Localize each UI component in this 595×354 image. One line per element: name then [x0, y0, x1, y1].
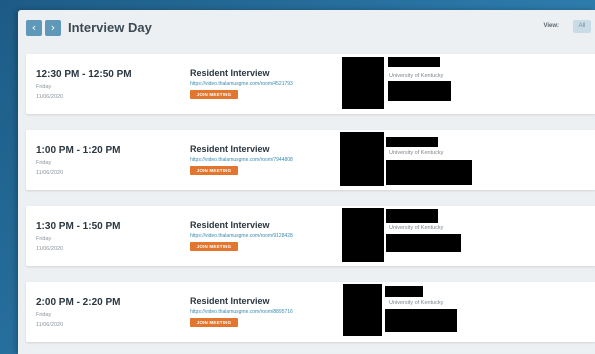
next-day-button[interactable]: › — [45, 20, 61, 36]
appointment-time: 1:30 PM - 1:50 PM — [36, 221, 121, 232]
redacted-name — [386, 209, 438, 223]
redacted-photo — [343, 284, 382, 336]
meeting-link[interactable]: https://video.thalamusgme.com/room/45217… — [190, 81, 293, 87]
appointment-card: 2:00 PM - 2:20 PM Friday 11/06/2020 Resi… — [26, 282, 595, 342]
appointment-card: 1:00 PM - 1:20 PM Friday 11/06/2020 Resi… — [26, 130, 595, 190]
event-title: Resident Interview — [190, 68, 270, 78]
event-title: Resident Interview — [190, 220, 270, 230]
event-title: Resident Interview — [190, 144, 270, 154]
join-meeting-button[interactable]: JOIN MEETING — [190, 90, 238, 99]
appointment-card: 1:30 PM - 1:50 PM Friday 11/06/2020 Resi… — [26, 206, 595, 266]
calendar-panel: ‹ › Interview Day View: All 12:30 PM - 1… — [18, 10, 595, 354]
chevron-left-icon: ‹ — [31, 21, 37, 34]
join-meeting-button[interactable]: JOIN MEETING — [190, 318, 238, 327]
redacted-photo — [342, 208, 384, 262]
organization-name: University of Kentucky — [389, 300, 444, 306]
view-all-button[interactable]: All — [573, 20, 591, 33]
appointment-time: 1:00 PM - 1:20 PM — [36, 145, 121, 156]
appointment-card: 12:30 PM - 12:50 PM Friday 11/06/2020 Re… — [26, 54, 595, 114]
redacted-name — [388, 57, 440, 67]
redacted-name — [385, 286, 423, 297]
view-label: View: — [543, 23, 559, 29]
appointment-date: 11/06/2020 — [36, 322, 64, 328]
redacted-details — [386, 160, 472, 185]
organization-name: University of Kentucky — [389, 150, 444, 156]
appointment-day: Friday — [36, 236, 52, 242]
redacted-details — [386, 234, 461, 252]
join-meeting-button[interactable]: JOIN MEETING — [190, 242, 238, 251]
redacted-name — [386, 137, 438, 147]
appointment-day: Friday — [36, 160, 52, 166]
header: ‹ › Interview Day View: All — [26, 20, 591, 40]
prev-day-button[interactable]: ‹ — [26, 20, 42, 36]
appointment-time: 2:00 PM - 2:20 PM — [36, 297, 121, 308]
redacted-photo — [340, 132, 384, 186]
page-title: Interview Day — [68, 20, 152, 35]
join-meeting-button[interactable]: JOIN MEETING — [190, 166, 238, 175]
redacted-details — [388, 81, 451, 101]
meeting-link[interactable]: https://video.thalamusgme.com/room/79448… — [190, 157, 293, 163]
appointment-date: 11/06/2020 — [36, 94, 64, 100]
meeting-link[interactable]: https://video.thalamusgme.com/room/91284… — [190, 233, 293, 239]
appointment-time: 12:30 PM - 12:50 PM — [36, 69, 132, 80]
organization-name: University of Kentucky — [389, 225, 444, 231]
redacted-photo — [342, 57, 384, 109]
meeting-link[interactable]: https://video.thalamusgme.com/room/88957… — [190, 309, 293, 315]
appointment-day: Friday — [36, 84, 52, 90]
event-title: Resident Interview — [190, 296, 270, 306]
organization-name: University of Kentucky — [389, 73, 444, 79]
appointment-day: Friday — [36, 312, 52, 318]
appointment-date: 11/06/2020 — [36, 246, 64, 252]
chevron-right-icon: › — [50, 21, 56, 34]
appointment-date: 11/06/2020 — [36, 170, 64, 176]
redacted-details — [385, 309, 457, 332]
